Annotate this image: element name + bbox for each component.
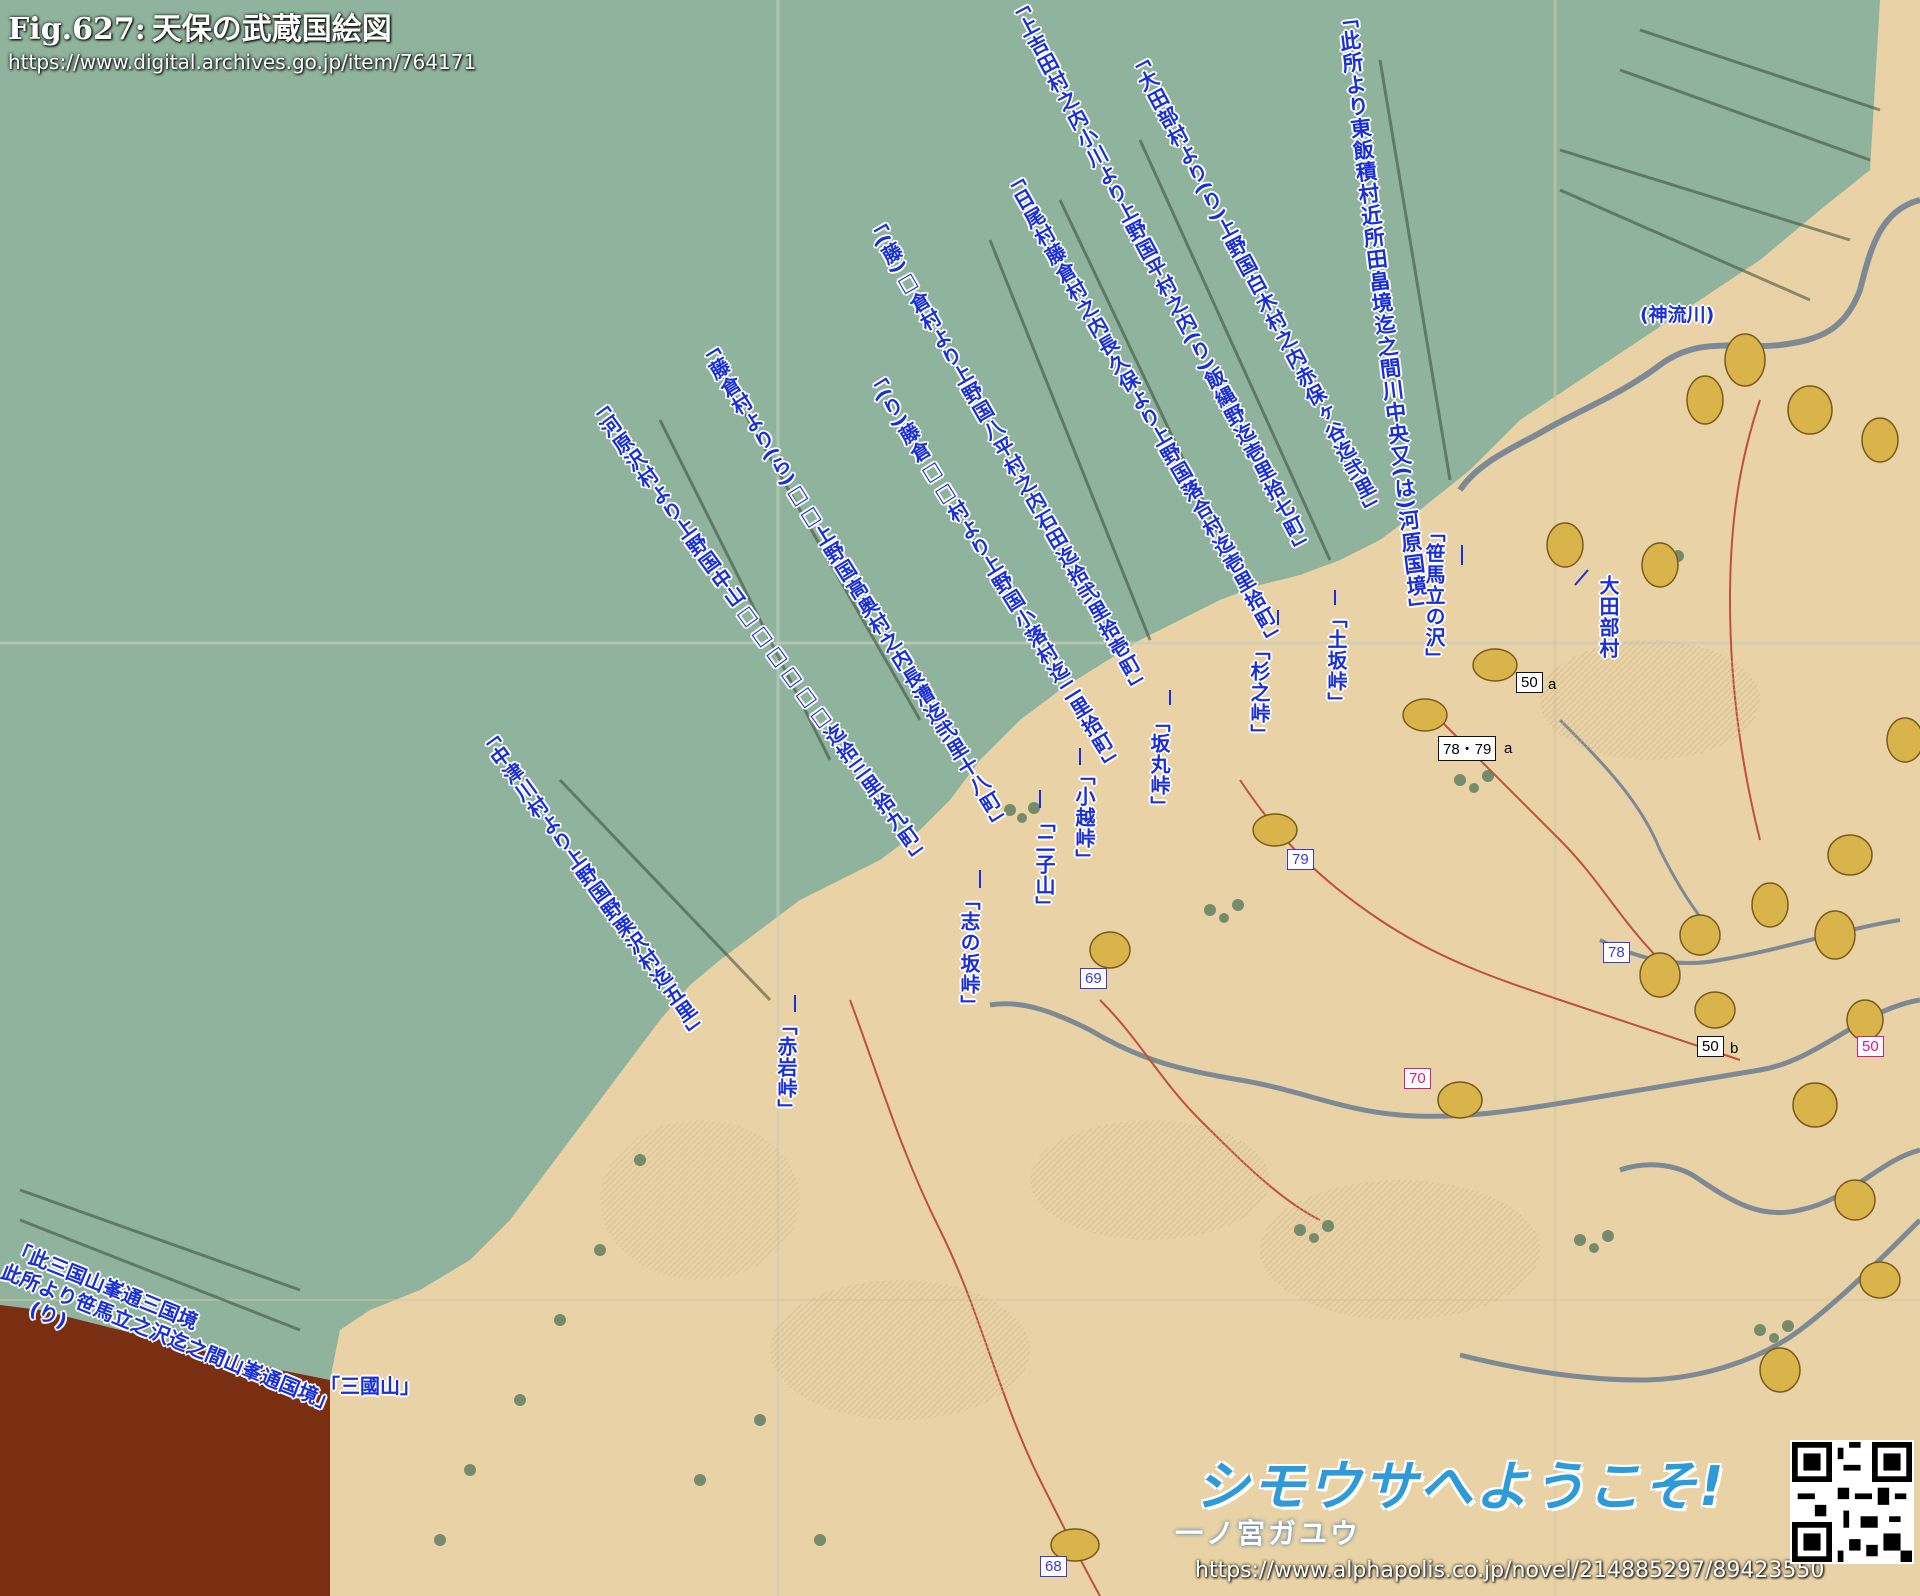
footer-url[interactable]: https://www.alphapolis.co.jp/novel/21488… xyxy=(1195,1558,1824,1583)
marker-78: 78 xyxy=(1603,942,1630,963)
marker-50a-suffix: a xyxy=(1548,676,1557,693)
marker-78-79a: 78・79 xyxy=(1438,736,1497,761)
hill xyxy=(770,1280,1030,1420)
figure-header: Fig.627: 天保の武蔵国絵図 https://www.digital.arc… xyxy=(8,4,476,74)
marker-50b: 50 xyxy=(1697,1036,1724,1057)
hill xyxy=(1030,1120,1270,1240)
marker-50b-suffix: b xyxy=(1730,1040,1739,1057)
marker-50a: 50 xyxy=(1516,672,1543,693)
label-futago-mountain: 「二子山」 xyxy=(1032,812,1056,917)
brand-logo: 一ノ宮ガユウ xyxy=(1175,1517,1362,1550)
marker-50-pink: 50 xyxy=(1857,1036,1884,1057)
welcome-banner: シモウサへようこそ! xyxy=(1195,1455,1726,1518)
label-kogoe-pass: 「小越峠」 xyxy=(1072,765,1096,870)
label-sugi-pass: 「杉之峠」 xyxy=(1247,640,1271,745)
marker-69: 69 xyxy=(1080,968,1107,989)
marker-68: 68 xyxy=(1040,1556,1067,1577)
figure-number: Fig.627: xyxy=(8,12,146,47)
qr-code-graphic xyxy=(1792,1442,1912,1562)
figure-title: 天保の武蔵国絵図 xyxy=(151,12,392,47)
source-url[interactable]: https://www.digital.archives.go.jp/item/… xyxy=(8,50,476,74)
label-kannagawa-river: (神流川) xyxy=(1640,304,1715,326)
marker-78-79a-suffix: a xyxy=(1504,740,1513,757)
marker-79: 79 xyxy=(1287,849,1314,870)
hill xyxy=(600,1120,800,1280)
label-dozaka-pass: 「土坂峠」 xyxy=(1324,608,1348,713)
marker-70: 70 xyxy=(1404,1068,1431,1089)
hill xyxy=(1260,1180,1540,1320)
label-sasamatachi: 「笹馬立の沢」 xyxy=(1422,522,1446,669)
label-otabe-village: 大田部村 xyxy=(1596,575,1620,659)
label-akaiwa-pass: 「赤岩峠」 xyxy=(774,1015,798,1120)
label-sakamaru-pass: 「坂丸峠」 xyxy=(1147,712,1171,817)
qr-code[interactable] xyxy=(1790,1440,1914,1564)
label-shinosaka-pass: 「志の坂峠」 xyxy=(957,890,981,1016)
hill xyxy=(1540,640,1760,760)
